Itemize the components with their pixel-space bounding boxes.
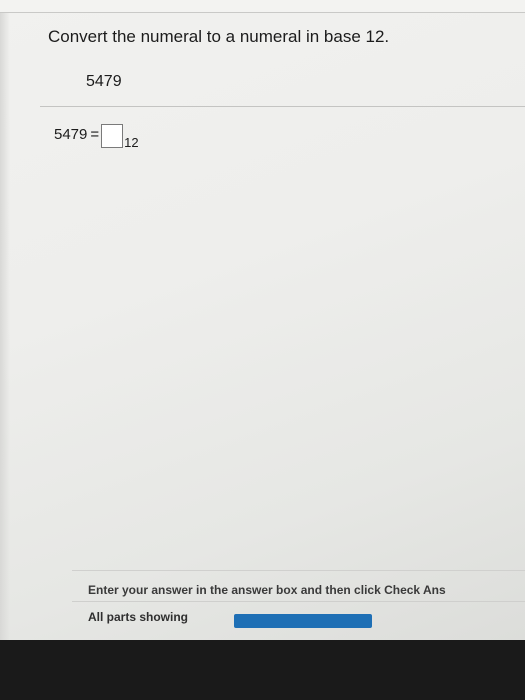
footer-divider: [72, 601, 525, 602]
equals-sign: =: [90, 126, 100, 143]
section-divider: [40, 106, 525, 107]
answer-input-box[interactable]: [101, 124, 124, 148]
given-numeral: 5479: [86, 73, 122, 90]
equation-left-numeral: 5479: [54, 126, 88, 143]
footer-top-divider: [72, 570, 525, 571]
progress-bar: [234, 614, 372, 628]
instruction-text: Enter your answer in the answer box and …: [88, 583, 446, 597]
base-subscript: 12: [124, 135, 139, 150]
screen: Convert the numeral to a numeral in base…: [0, 0, 525, 640]
top-border: [0, 0, 525, 13]
answer-equation: 5479 = 12: [54, 124, 139, 150]
question-prompt: Convert the numeral to a numeral in base…: [48, 27, 390, 46]
parts-showing-label: All parts showing: [88, 610, 189, 624]
edge-shade: [0, 0, 10, 640]
